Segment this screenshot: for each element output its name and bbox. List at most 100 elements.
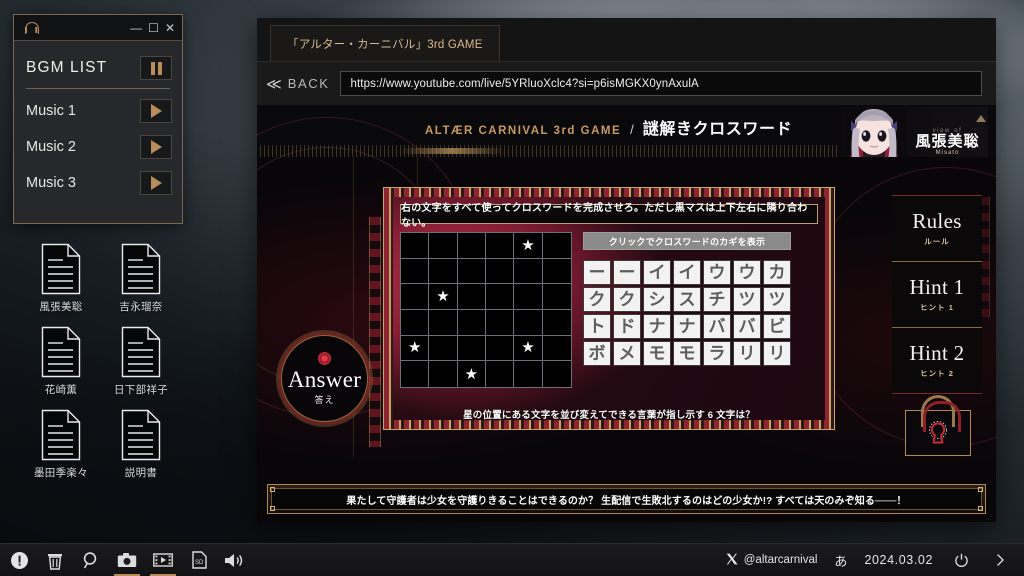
crossword-cell-r5c1[interactable] <box>429 361 458 387</box>
maximize-button[interactable]: ☐ <box>148 22 159 34</box>
close-button[interactable]: ✕ <box>165 22 175 34</box>
letter-tile-r0c1[interactable]: ー <box>613 260 641 285</box>
trash-icon[interactable] <box>44 549 66 571</box>
crossword-cell-r1c1[interactable] <box>429 258 458 285</box>
ime-indicator[interactable]: あ <box>834 551 847 570</box>
letter-tile-r1c0[interactable]: ク <box>583 287 611 312</box>
crossword-cell-r2c3[interactable] <box>486 284 515 310</box>
crossword-cell-r5c3[interactable] <box>486 361 515 387</box>
bgm-track-3[interactable]: Music 3 <box>26 165 172 201</box>
lock-button[interactable] <box>905 395 971 456</box>
letter-tile-r1c5[interactable]: ツ <box>733 287 761 312</box>
power-icon[interactable] <box>950 549 972 571</box>
crossword-cell-r2c4[interactable] <box>514 284 543 310</box>
crossword-cell-r2c0[interactable] <box>401 284 430 310</box>
crossword-cell-r0c2[interactable] <box>457 233 486 259</box>
play-button-1[interactable] <box>140 99 172 123</box>
speaker-icon[interactable] <box>224 549 246 571</box>
crossword-cell-r0c5[interactable] <box>542 233 571 259</box>
letter-tile-r0c4[interactable]: ウ <box>703 260 731 285</box>
url-input[interactable]: https://www.youtube.com/live/5YRluoXclc4… <box>339 71 982 96</box>
letter-tile-r3c4[interactable]: ラ <box>703 341 731 366</box>
crossword-cell-r1c2[interactable] <box>457 258 486 285</box>
crossword-cell-r3c5[interactable] <box>542 309 571 336</box>
desktop-icon-6[interactable]: 説明書 <box>102 409 180 480</box>
letter-tile-r0c5[interactable]: ウ <box>733 260 761 285</box>
film-icon[interactable] <box>150 549 176 576</box>
play-button-3[interactable] <box>140 171 172 195</box>
desktop-icon-5[interactable]: 墨田季楽々 <box>22 409 100 480</box>
bgm-track-2[interactable]: Music 2 <box>26 129 172 165</box>
desktop-icon-1[interactable]: 風張美聡 <box>22 243 100 314</box>
back-button[interactable]: ≪ BACK <box>266 75 330 93</box>
crossword-cell-r2c2[interactable] <box>457 284 486 310</box>
crossword-cell-r1c4[interactable] <box>514 258 543 285</box>
crossword-cell-r4c1[interactable] <box>429 335 458 362</box>
letter-tile-r1c3[interactable]: ス <box>673 287 701 312</box>
letter-tile-r1c4[interactable]: チ <box>703 287 731 312</box>
rail-button-rules[interactable]: Rules ルール <box>892 196 982 262</box>
play-button-2[interactable] <box>140 135 172 159</box>
search-icon[interactable] <box>80 549 102 571</box>
crossword-cell-r5c4[interactable] <box>514 361 543 387</box>
crossword-cell-r0c0[interactable] <box>401 233 430 259</box>
crossword-cell-r4c2[interactable] <box>457 335 486 362</box>
scroll-up-icon[interactable] <box>976 115 986 122</box>
letter-tile-r0c6[interactable]: カ <box>763 260 791 285</box>
browser-tab[interactable]: 「アルター・カーニバル」3rd GAME <box>270 25 500 61</box>
bgm-track-1[interactable]: Music 1 <box>26 93 172 129</box>
crossword-cell-r2c5[interactable] <box>542 284 571 310</box>
letter-tile-r1c6[interactable]: ツ <box>763 287 791 312</box>
crossword-cell-r4c0[interactable]: ★ <box>401 335 430 362</box>
crossword-cell-r2c1[interactable]: ★ <box>429 284 458 310</box>
letter-tile-r2c2[interactable]: ナ <box>643 314 671 339</box>
letter-tile-r0c0[interactable]: ー <box>583 260 611 285</box>
clock-date[interactable]: 2024.03.02 <box>864 553 933 567</box>
letter-tile-r3c5[interactable]: リ <box>733 341 761 366</box>
crossword-cell-r3c2[interactable] <box>457 309 486 336</box>
letter-tile-r0c3[interactable]: イ <box>673 260 701 285</box>
crossword-cell-r3c1[interactable] <box>429 309 458 336</box>
letter-tile-r1c2[interactable]: シ <box>643 287 671 312</box>
crossword-cell-r3c4[interactable] <box>514 309 543 336</box>
crossword-cell-r5c2[interactable]: ★ <box>457 361 486 387</box>
answer-button[interactable]: Answer 答え <box>281 335 368 422</box>
letter-tile-r3c1[interactable]: メ <box>613 341 641 366</box>
letter-tile-r3c6[interactable]: リ <box>763 341 791 366</box>
rail-button-hint-1[interactable]: Hint 1 ヒント 1 <box>892 262 982 328</box>
crossword-cell-r3c0[interactable] <box>401 309 430 336</box>
letter-tile-r2c6[interactable]: ビ <box>763 314 791 339</box>
letter-tile-r1c1[interactable]: ク <box>613 287 641 312</box>
show-clues-button[interactable]: クリックでクロスワードのカギを表示 <box>583 232 791 250</box>
crossword-cell-r1c5[interactable] <box>542 258 571 285</box>
crossword-cell-r0c4[interactable]: ★ <box>514 233 543 259</box>
minimize-button[interactable]: — <box>130 22 142 34</box>
crossword-grid[interactable]: ★ ★ ★ ★ ★ <box>400 232 572 388</box>
crossword-cell-r1c0[interactable] <box>401 258 430 285</box>
letter-tile-r3c0[interactable]: ボ <box>583 341 611 366</box>
letter-tile-r0c2[interactable]: イ <box>643 260 671 285</box>
pause-button[interactable] <box>140 56 172 80</box>
crossword-cell-r1c3[interactable] <box>486 258 515 285</box>
crossword-cell-r4c5[interactable] <box>542 335 571 362</box>
crossword-cell-r0c1[interactable] <box>429 233 458 259</box>
desktop-icon-4[interactable]: 日下部祥子 <box>102 326 180 397</box>
crossword-cell-r3c3[interactable] <box>486 309 515 336</box>
chevron-right-icon[interactable] <box>989 549 1011 571</box>
letter-tile-r2c5[interactable]: バ <box>733 314 761 339</box>
letter-tile-r2c3[interactable]: ナ <box>673 314 701 339</box>
crossword-cell-r5c0[interactable] <box>401 361 430 387</box>
crossword-cell-r0c3[interactable] <box>486 233 515 259</box>
desktop-icon-2[interactable]: 吉永瑠奈 <box>102 243 180 314</box>
letter-tile-grid[interactable]: ーーイイウウカククシスチツツトドナナババビボメモモラリリ <box>583 260 791 366</box>
sd-card-icon[interactable]: SD <box>188 549 210 571</box>
rail-button-hint-2[interactable]: Hint 2 ヒント 2 <box>892 328 982 394</box>
exclamation-circle-icon[interactable] <box>8 549 30 571</box>
crossword-cell-r4c3[interactable] <box>486 335 515 362</box>
letter-tile-r2c0[interactable]: ト <box>583 314 611 339</box>
letter-tile-r3c2[interactable]: モ <box>643 341 671 366</box>
letter-tile-r3c3[interactable]: モ <box>673 341 701 366</box>
desktop-icon-3[interactable]: 花崎薫 <box>22 326 100 397</box>
letter-tile-r2c1[interactable]: ド <box>613 314 641 339</box>
camera-icon[interactable] <box>114 549 140 576</box>
